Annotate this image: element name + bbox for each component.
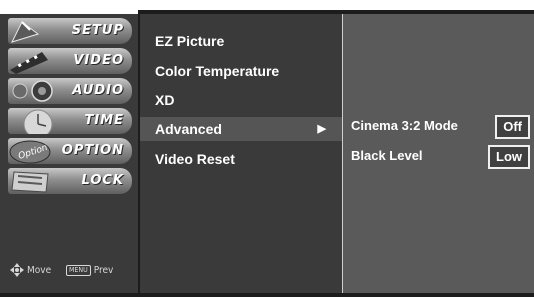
menu-item-label: EZ Picture <box>155 33 225 49</box>
option-badge-icon: Option <box>9 140 51 164</box>
category-label: OPTION <box>61 143 124 158</box>
category-option[interactable]: Option OPTION <box>8 138 132 164</box>
category-setup[interactable]: SETUP <box>8 18 132 44</box>
setting-label: Black Level <box>351 148 423 163</box>
menu-item-advanced[interactable]: Advanced ▶ <box>140 117 344 141</box>
advanced-submenu: Cinema 3:2 Mode Off Black Level Low <box>342 14 534 293</box>
move-arrows-icon <box>10 263 24 277</box>
lock-icon <box>11 171 49 193</box>
menu-item-xd[interactable]: XD <box>140 88 344 112</box>
film-strip-icon <box>10 52 48 74</box>
setting-value-box[interactable]: Off <box>495 115 530 139</box>
category-audio[interactable]: AUDIO <box>8 78 132 104</box>
satellite-dish-icon <box>11 21 40 43</box>
menu-item-label: Advanced <box>155 121 222 137</box>
setting-value-box[interactable]: Low <box>488 145 530 169</box>
menu-item-label: Video Reset <box>155 151 235 167</box>
category-video[interactable]: VIDEO <box>8 48 132 74</box>
menu-key-icon: MENU <box>66 264 91 276</box>
move-hint-label: Move <box>27 264 52 276</box>
tv-osd-screen: SETUP VIDEO AUDIO TIME Option OPTION LOC… <box>0 0 534 297</box>
category-label: VIDEO <box>73 53 124 68</box>
menu-item-label: Color Temperature <box>155 63 280 79</box>
clock-icon <box>23 109 53 134</box>
category-label: AUDIO <box>72 83 124 98</box>
category-label: TIME <box>84 113 124 128</box>
prev-hint: MENU Prev <box>66 261 113 279</box>
menu-item-video-reset[interactable]: Video Reset <box>140 147 344 171</box>
category-lock[interactable]: LOCK <box>8 168 132 194</box>
category-label: LOCK <box>81 173 124 188</box>
prev-hint-label: Prev <box>93 264 114 276</box>
move-hint: Move <box>10 261 51 279</box>
bottom-divider <box>0 293 534 297</box>
menu-item-color-temperature[interactable]: Color Temperature <box>140 59 344 83</box>
submenu-arrow-icon: ▶ <box>317 123 326 135</box>
category-time[interactable]: TIME <box>8 108 132 134</box>
menu-item-label: XD <box>155 92 175 108</box>
setting-black-level[interactable]: Black Level Low <box>343 144 534 169</box>
setting-label: Cinema 3:2 Mode <box>351 118 458 133</box>
category-label: SETUP <box>71 23 124 38</box>
menu-item-ez-picture[interactable]: EZ Picture <box>140 29 344 53</box>
category-sidebar: SETUP VIDEO AUDIO TIME Option OPTION LOC… <box>0 14 138 293</box>
speaker-icon <box>12 80 53 102</box>
video-menu-list: EZ Picture Color Temperature XD Advanced… <box>138 14 344 293</box>
setting-cinema-3-2-mode[interactable]: Cinema 3:2 Mode Off <box>343 114 534 139</box>
